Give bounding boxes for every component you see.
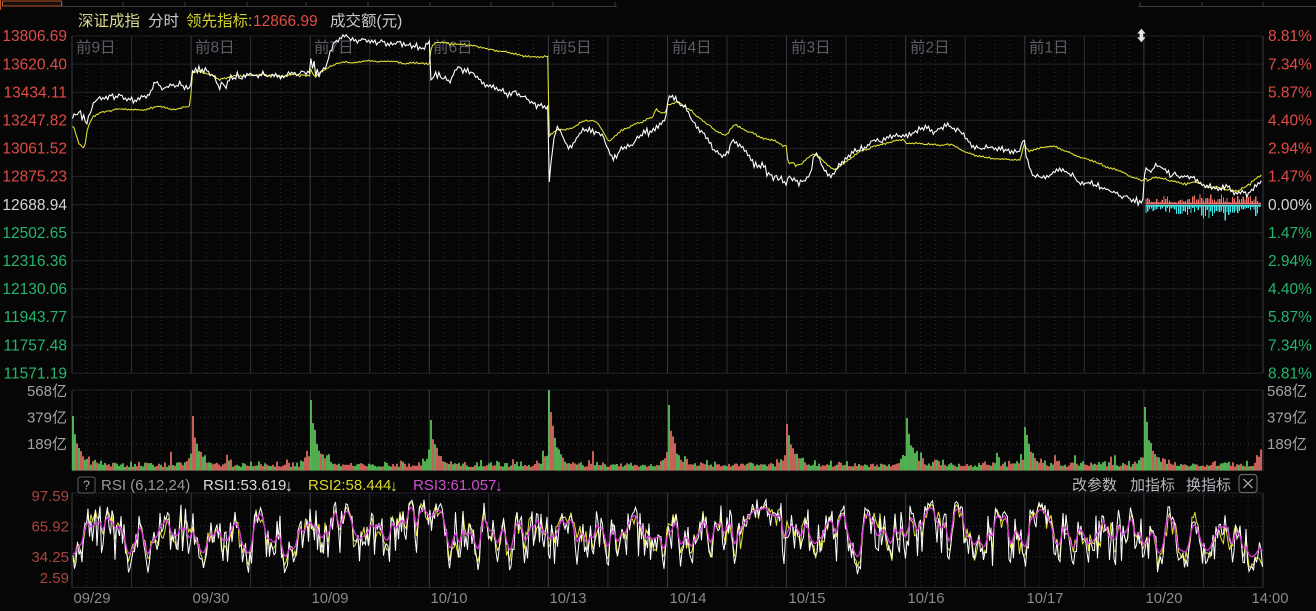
svg-text:8.81%: 8.81% xyxy=(1268,28,1312,45)
svg-text:前5日: 前5日 xyxy=(552,39,592,57)
svg-text:1.47%: 1.47% xyxy=(1268,169,1312,186)
svg-text:前2日: 前2日 xyxy=(910,39,950,57)
svg-text:379亿: 379亿 xyxy=(27,409,67,426)
svg-text:12688.94: 12688.94 xyxy=(2,197,67,214)
svg-text:10/09: 10/09 xyxy=(311,591,348,607)
svg-text:0.00%: 0.00% xyxy=(1268,197,1312,214)
svg-text:12502.65: 12502.65 xyxy=(2,225,67,242)
svg-text:09/30: 09/30 xyxy=(192,591,229,607)
svg-text:13620.40: 13620.40 xyxy=(2,56,67,73)
svg-text:10/10: 10/10 xyxy=(430,591,467,607)
svg-text:10/13: 10/13 xyxy=(549,591,586,607)
svg-text:189亿: 189亿 xyxy=(1267,436,1307,453)
svg-text:5.87%: 5.87% xyxy=(1268,84,1312,101)
svg-text:11571.19: 11571.19 xyxy=(4,365,68,382)
svg-text:RSI (6,12,24): RSI (6,12,24) xyxy=(101,477,190,494)
svg-text:568亿: 568亿 xyxy=(1267,383,1307,400)
svg-text:改参数: 改参数 xyxy=(1072,477,1117,494)
svg-text:11757.48: 11757.48 xyxy=(4,337,68,354)
svg-text:前8日: 前8日 xyxy=(195,39,235,57)
svg-text:12130.06: 12130.06 xyxy=(2,281,67,298)
svg-text:RSI1:53.619: RSI1:53.619 xyxy=(203,477,286,494)
svg-text:10/14: 10/14 xyxy=(669,591,706,607)
svg-text:RSI2:58.444: RSI2:58.444 xyxy=(308,477,391,494)
svg-text:成交额(元): 成交额(元) xyxy=(330,12,402,30)
svg-text:34.25: 34.25 xyxy=(31,549,69,566)
svg-text:前3日: 前3日 xyxy=(791,39,831,57)
svg-text:12316.36: 12316.36 xyxy=(2,253,67,270)
svg-text:2.59: 2.59 xyxy=(40,570,69,587)
svg-text:1.47%: 1.47% xyxy=(1268,225,1312,242)
svg-text:97.59: 97.59 xyxy=(31,488,69,505)
svg-text:189亿: 189亿 xyxy=(27,436,67,453)
svg-text:领先指标:: 领先指标: xyxy=(186,12,252,30)
svg-text:RSI3:61.057: RSI3:61.057 xyxy=(413,477,496,494)
svg-text:换指标: 换指标 xyxy=(1186,477,1231,494)
svg-text:5.87%: 5.87% xyxy=(1268,309,1312,326)
svg-text:↓: ↓ xyxy=(390,478,398,495)
svg-text:?: ? xyxy=(83,479,90,493)
svg-text:14:00: 14:00 xyxy=(1251,591,1288,607)
svg-text:前4日: 前4日 xyxy=(672,39,712,57)
svg-text:13806.69: 13806.69 xyxy=(2,28,67,45)
svg-text:前7日: 前7日 xyxy=(314,39,354,57)
svg-text:分时: 分时 xyxy=(148,12,179,30)
svg-text:12866.99: 12866.99 xyxy=(253,13,318,30)
svg-text:7.34%: 7.34% xyxy=(1268,337,1312,354)
svg-text:前6日: 前6日 xyxy=(433,39,473,57)
svg-text:568亿: 568亿 xyxy=(27,383,67,400)
svg-text:12875.23: 12875.23 xyxy=(2,169,67,186)
svg-text:前9日: 前9日 xyxy=(76,39,116,57)
svg-text:10/16: 10/16 xyxy=(907,591,944,607)
svg-text:加指标: 加指标 xyxy=(1130,477,1175,494)
svg-text:↓: ↓ xyxy=(285,478,293,495)
svg-text:13247.82: 13247.82 xyxy=(2,113,67,130)
svg-text:2.94%: 2.94% xyxy=(1268,141,1312,158)
svg-text:13061.52: 13061.52 xyxy=(2,141,67,158)
svg-text:前1日: 前1日 xyxy=(1029,39,1069,57)
svg-text:8.81%: 8.81% xyxy=(1268,365,1312,382)
svg-text:65.92: 65.92 xyxy=(31,519,69,536)
svg-text:↓: ↓ xyxy=(495,478,503,495)
svg-text:13434.11: 13434.11 xyxy=(4,84,68,101)
svg-text:09/29: 09/29 xyxy=(73,591,110,607)
svg-text:10/20: 10/20 xyxy=(1145,591,1182,607)
svg-text:7.34%: 7.34% xyxy=(1268,56,1312,73)
svg-text:10/15: 10/15 xyxy=(788,591,825,607)
svg-text:4.40%: 4.40% xyxy=(1268,281,1312,298)
svg-text:379亿: 379亿 xyxy=(1267,409,1307,426)
svg-text:2.94%: 2.94% xyxy=(1268,253,1312,270)
svg-text:4.40%: 4.40% xyxy=(1268,113,1312,130)
svg-text:深证成指: 深证成指 xyxy=(78,12,140,30)
svg-text:10/17: 10/17 xyxy=(1026,591,1063,607)
svg-text:11943.77: 11943.77 xyxy=(4,309,68,326)
